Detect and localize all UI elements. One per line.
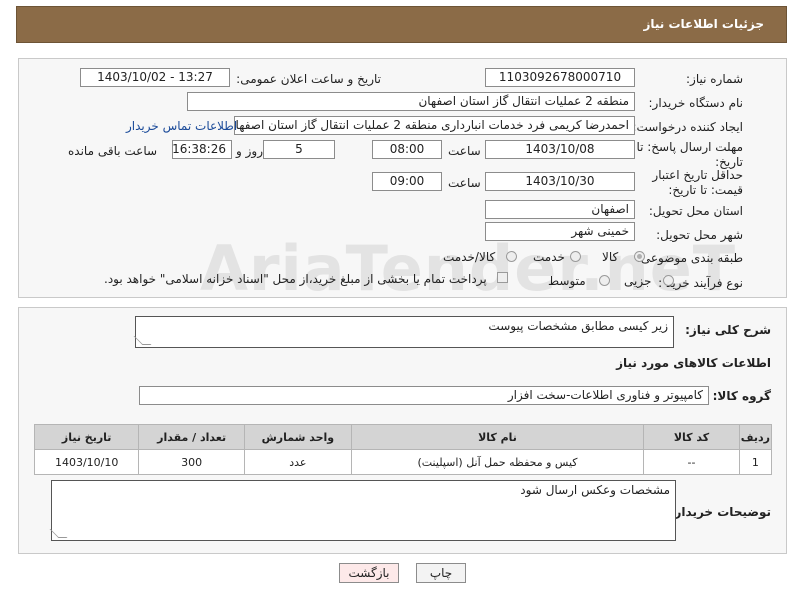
process-minor-radio[interactable]	[663, 275, 674, 286]
resize-handle[interactable]	[133, 336, 152, 345]
reply-date-field: 1403/10/08	[485, 140, 635, 159]
back-button[interactable]: بازگشت	[339, 563, 399, 583]
page-header: جزئیات اطلاعات نیاز	[16, 6, 787, 43]
col-date-header: تاریخ نیاز	[33, 424, 140, 450]
validity-time-label: ساعت	[448, 176, 481, 190]
reply-deadline-label: مهلت ارسال پاسخ: تا تاریخ:	[636, 140, 743, 169]
col-code-header: کد کالا	[643, 424, 740, 450]
validity-time-field: 09:00	[372, 172, 442, 191]
cell-code: --	[643, 449, 740, 475]
city-label: شهر محل تحویل:	[656, 228, 743, 242]
category-goods-radio[interactable]	[634, 251, 645, 262]
table-header-row: ردیف کد کالا نام کالا واحد شمارش تعداد /…	[33, 424, 773, 450]
category-both-label: کالا/خدمت	[443, 250, 496, 264]
description-text: زیر کیسی مطابق مشخصات پیوست	[488, 319, 668, 333]
description-label: شرح کلی نیاز:	[685, 323, 771, 337]
treasury-checkbox[interactable]	[497, 272, 508, 283]
goods-group-label: گروه کالا:	[712, 389, 771, 403]
days-field: 5	[263, 140, 335, 159]
reply-time-label: ساعت	[448, 144, 481, 158]
resize-handle[interactable]	[49, 529, 68, 538]
process-medium-radio[interactable]	[599, 275, 610, 286]
cell-qty: 300	[138, 449, 245, 475]
province-label: استان محل تحویل:	[648, 204, 743, 218]
price-validity-label: حداقل تاریخ اعتبار قیمت: تا تاریخ:	[652, 168, 743, 197]
watermark: AriaTender.neT	[200, 232, 737, 305]
col-unit-header: واحد شمارش	[243, 424, 352, 450]
col-qty-header: تعداد / مقدار	[138, 424, 245, 450]
remaining-label: ساعت باقی مانده	[68, 144, 158, 158]
process-medium-label: متوسط	[548, 274, 586, 288]
goods-info-title: اطلاعات کالاهای مورد نیاز	[616, 356, 771, 370]
validity-date-field: 1403/10/30	[485, 172, 635, 191]
announce-label: تاریخ و ساعت اعلان عمومی:	[236, 72, 381, 86]
table-row: 1 -- کیس و محفظه حمل آنل (اسپلینت) عدد 3…	[33, 449, 773, 475]
buyer-notes-label: توضیحات خریدار:	[669, 505, 771, 519]
buyer-org-field: منطقه 2 عملیات انتقال گاز استان اصفهان	[187, 92, 635, 111]
remaining-time-field: 16:38:26	[172, 140, 232, 159]
contact-buyer-link[interactable]: اطلاعات تماس خریدار	[126, 119, 237, 133]
goods-table: ردیف کد کالا نام کالا واحد شمارش تعداد /…	[33, 424, 773, 475]
cell-row: 1	[738, 449, 773, 475]
announce-field: 1403/10/02 - 13:27	[80, 68, 230, 87]
need-number-field: 1103092678000710	[485, 68, 635, 87]
day-and-label: روز و	[236, 144, 263, 158]
reply-time-field: 08:00	[372, 140, 442, 159]
process-minor-label: جزیی	[624, 274, 652, 288]
requester-field: احمدرضا کریمی فرد خدمات انبارداری منطقه …	[234, 116, 635, 135]
province-field: اصفهان	[485, 200, 635, 219]
need-number-label: شماره نیاز:	[686, 72, 743, 86]
page-title: جزئیات اطلاعات نیاز	[643, 17, 764, 31]
payment-note: پرداخت تمام یا بخشی از مبلغ خرید،از محل …	[104, 272, 487, 286]
buyer-notes-text: مشخصات وعکس ارسال شود	[520, 483, 670, 497]
category-label: طبقه بندی موضوعی:	[636, 251, 743, 265]
category-service-radio[interactable]	[570, 251, 581, 262]
category-both-radio[interactable]	[506, 251, 517, 262]
cell-name: کیس و محفظه حمل آنل (اسپلینت)	[350, 449, 645, 475]
category-goods-label: کالا	[602, 250, 619, 264]
buyer-notes-textarea[interactable]: مشخصات وعکس ارسال شود	[49, 480, 676, 541]
city-field: خمینی شهر	[485, 222, 635, 241]
print-button[interactable]: چاپ	[416, 563, 466, 583]
description-textarea[interactable]: زیر کیسی مطابق مشخصات پیوست	[133, 316, 674, 348]
cell-unit: عدد	[243, 449, 352, 475]
col-row-header: ردیف	[738, 424, 773, 450]
cell-date: 1403/10/10	[33, 449, 140, 475]
requester-label: ایجاد کننده درخواست:	[632, 120, 743, 134]
category-service-label: خدمت	[533, 250, 565, 264]
goods-group-field: کامپیوتر و فناوری اطلاعات-سخت افزار	[139, 386, 709, 405]
col-name-header: نام کالا	[350, 424, 645, 450]
buyer-org-label: نام دستگاه خریدار:	[648, 96, 744, 110]
